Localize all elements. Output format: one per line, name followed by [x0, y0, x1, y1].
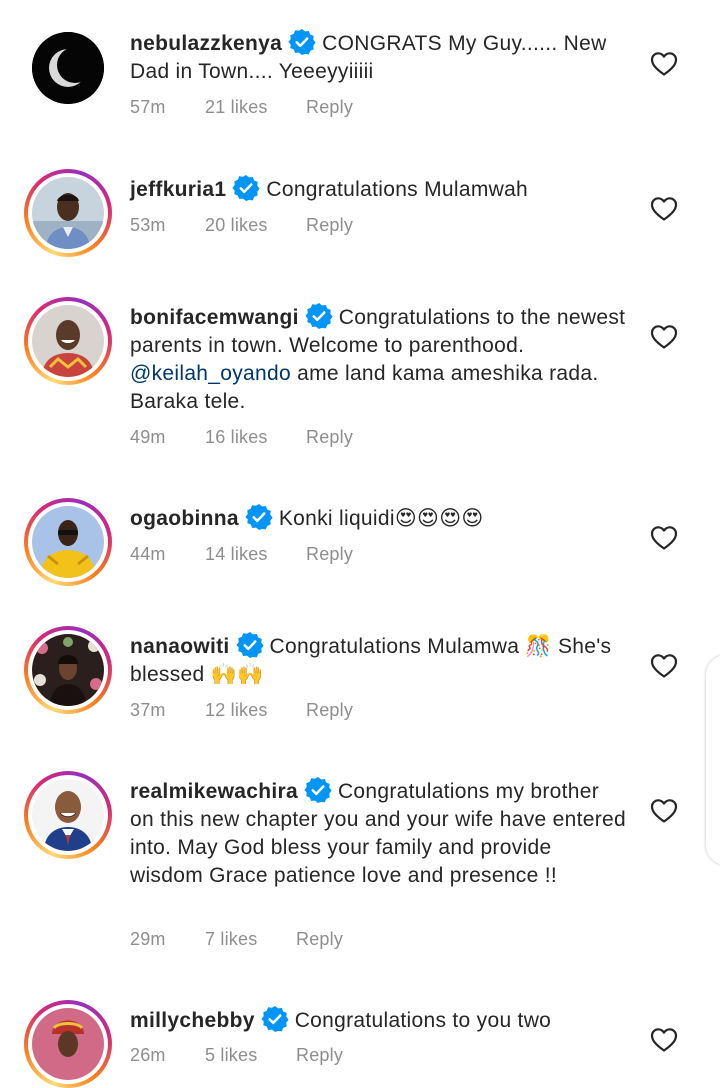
comment-body: bonifacemwangi Congratulations to the new…	[130, 302, 626, 416]
username[interactable]: nebulazzkenya	[130, 32, 282, 55]
reply-button[interactable]: Reply	[306, 215, 353, 236]
avatar[interactable]	[24, 1000, 112, 1088]
comment-text: Congratulations to you two	[294, 1009, 552, 1032]
reply-button[interactable]: Reply	[306, 544, 353, 565]
avatar[interactable]	[32, 32, 104, 104]
likes-count[interactable]: 20 likes	[205, 215, 268, 236]
reply-button[interactable]: Reply	[306, 700, 353, 721]
avatar[interactable]	[24, 169, 112, 257]
username[interactable]: nanaowiti	[130, 635, 230, 658]
mention-link[interactable]: @keilah_oyando	[130, 362, 291, 385]
comment-text: Konki liquidi😍😍😍😍	[278, 507, 484, 530]
reply-button[interactable]: Reply	[296, 929, 343, 950]
likes-count[interactable]: 21 likes	[205, 97, 268, 118]
cartoon-man-suit-avatar	[32, 779, 104, 851]
comment-body: realmikewachira Congratulations my brothe…	[130, 776, 626, 890]
man-blue-shirt-avatar	[32, 177, 104, 249]
woman-headwrap-avatar	[32, 1008, 104, 1080]
side-panel-edge[interactable]	[706, 655, 720, 865]
moon-avatar	[32, 32, 104, 104]
verified-badge-icon	[288, 28, 316, 56]
likes-count[interactable]: 5 likes	[205, 1045, 257, 1066]
verified-badge-icon	[232, 174, 260, 202]
timestamp: 37m	[130, 700, 166, 720]
username[interactable]: realmikewachira	[130, 780, 298, 803]
username[interactable]: bonifacemwangi	[130, 306, 299, 329]
heart-outline-icon[interactable]	[650, 324, 678, 350]
heart-outline-icon[interactable]	[650, 653, 678, 679]
heart-outline-icon[interactable]	[650, 798, 678, 824]
avatar[interactable]	[24, 498, 112, 586]
comment-body: nanaowiti Congratulations Mulamwa 🎊 She's…	[130, 631, 626, 689]
username[interactable]: ogaobinna	[130, 507, 239, 530]
comment-body: jeffkuria1 Congratulations Mulamwah	[130, 174, 626, 204]
avatar[interactable]	[24, 771, 112, 859]
man-smiling-avatar	[32, 305, 104, 377]
comment-body: millychebby Congratulations to you two	[130, 1005, 626, 1035]
avatar[interactable]	[24, 297, 112, 385]
timestamp: 44m	[130, 544, 166, 564]
verified-badge-icon	[304, 776, 332, 804]
heart-outline-icon[interactable]	[650, 196, 678, 222]
username[interactable]: jeffkuria1	[130, 178, 226, 201]
man-yellow-outfit-avatar	[32, 506, 104, 578]
comment-body: ogaobinna Konki liquidi😍😍😍😍	[130, 503, 626, 533]
reply-button[interactable]: Reply	[306, 97, 353, 118]
heart-outline-icon[interactable]	[650, 51, 678, 77]
woman-flowers-avatar	[32, 634, 104, 706]
likes-count[interactable]: 12 likes	[205, 700, 268, 721]
verified-badge-icon	[236, 631, 264, 659]
reply-button[interactable]: Reply	[296, 1045, 343, 1066]
verified-badge-icon	[305, 302, 333, 330]
timestamp: 26m	[130, 1045, 166, 1065]
likes-count[interactable]: 7 likes	[205, 929, 257, 950]
verified-badge-icon	[245, 503, 273, 531]
heart-outline-icon[interactable]	[650, 525, 678, 551]
timestamp: 53m	[130, 215, 166, 235]
username[interactable]: millychebby	[130, 1009, 255, 1032]
verified-badge-icon	[261, 1005, 289, 1033]
likes-count[interactable]: 14 likes	[205, 544, 268, 565]
reply-button[interactable]: Reply	[306, 427, 353, 448]
timestamp: 29m	[130, 929, 166, 949]
avatar[interactable]	[24, 626, 112, 714]
comment-text: Congratulations Mulamwah	[266, 178, 529, 201]
heart-outline-icon[interactable]	[650, 1027, 678, 1053]
timestamp: 57m	[130, 97, 166, 117]
likes-count[interactable]: 16 likes	[205, 427, 268, 448]
timestamp: 49m	[130, 427, 166, 447]
comment-body: nebulazzkenya CONGRATS My Guy...... New D…	[130, 28, 626, 86]
